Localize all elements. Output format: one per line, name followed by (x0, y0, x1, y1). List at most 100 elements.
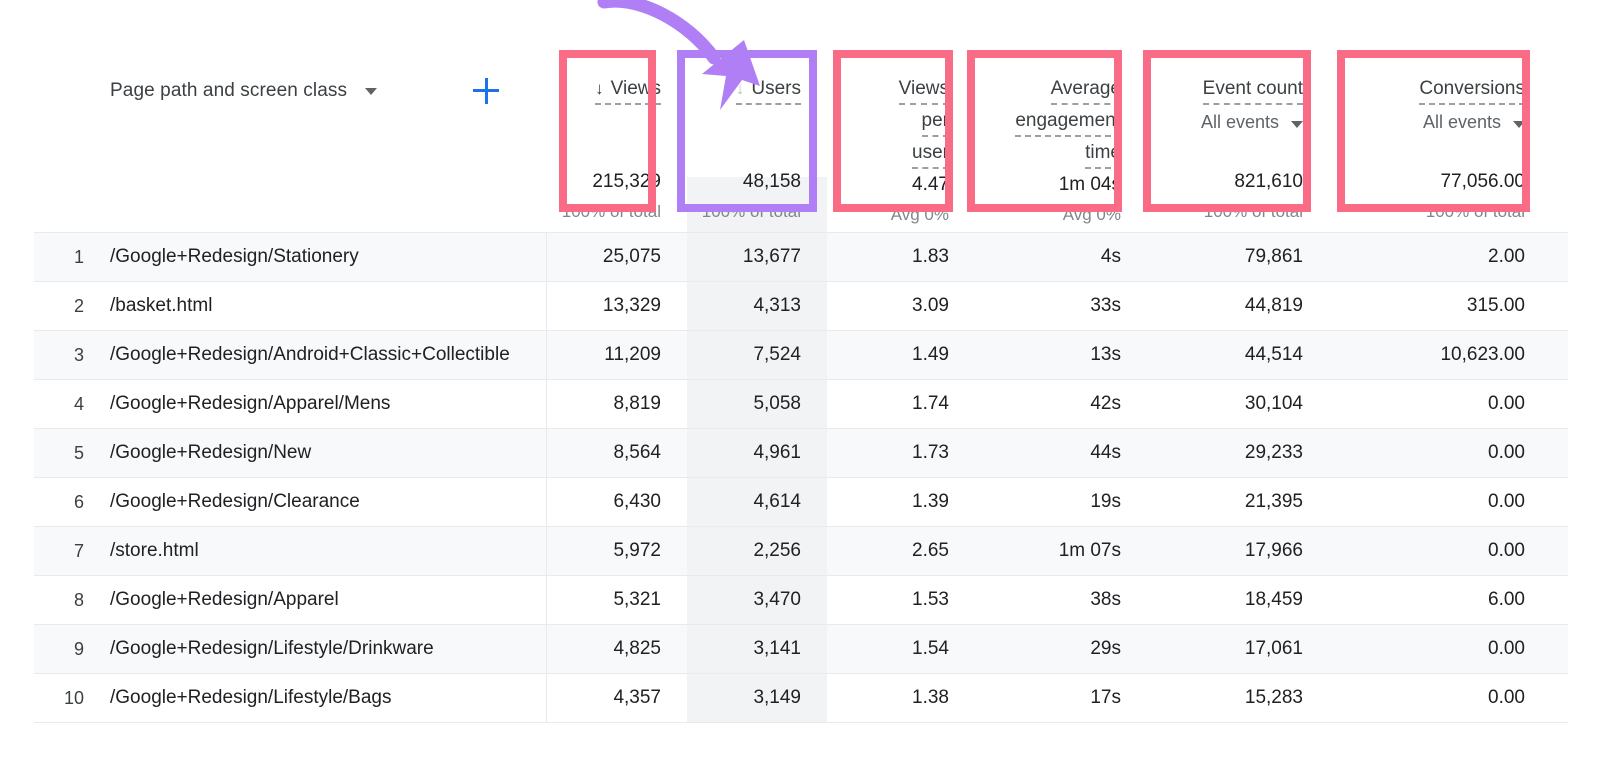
row-page-path[interactable]: /Google+Redesign/Lifestyle/Drinkware (110, 625, 547, 673)
metric-title-line: Event count (1202, 76, 1303, 105)
plus-icon[interactable] (473, 78, 500, 104)
row-index: 6 (73, 491, 84, 512)
metric-total-block: 215,329 100% of total (557, 169, 661, 232)
metric-header-avg-engagement-time[interactable]: Average engagement time 1m 04s Avg 0% (975, 46, 1147, 232)
row-page-path[interactable]: /Google+Redesign/Lifestyle/Bags (110, 674, 547, 722)
row-views-per-user: 2.65 (912, 540, 949, 561)
row-event-count: 44,514 (1244, 344, 1303, 365)
metric-header-views-per-user[interactable]: Views per user 4.47 Avg 0% (827, 46, 975, 232)
row-conversions: 6.00 (1488, 589, 1525, 610)
metric-header-views[interactable]: ↓ Views 215,329 100% of total (547, 46, 687, 232)
row-index: 10 (63, 687, 84, 708)
row-conversions: 10,623.00 (1440, 344, 1525, 365)
metric-title-text: Event count (1202, 78, 1303, 99)
table-row[interactable]: 3/Google+Redesign/Android+Classic+Collec… (34, 330, 1568, 379)
metric-total-value: 4.47 (912, 174, 949, 195)
row-index: 5 (73, 442, 84, 463)
row-conversions: 0.00 (1488, 393, 1525, 414)
table-row[interactable]: 8/Google+Redesign/Apparel 5,321 3,470 1.53 3… (34, 575, 1568, 624)
row-page-path[interactable]: /store.html (110, 527, 547, 575)
metric-header-users[interactable]: ↓ Users 48,158 100% of total (687, 46, 827, 232)
chevron-down-icon[interactable] (365, 88, 378, 95)
metric-title-line: time (1085, 140, 1121, 169)
metric-scope-dropdown[interactable]: All events (1423, 112, 1525, 133)
row-views-per-user: 1.39 (912, 491, 949, 512)
table-row[interactable]: 2/basket.html 13,329 4,313 3.09 33s 44,819 315… (34, 281, 1568, 330)
dimension-selector-label[interactable]: Page path and screen class (110, 80, 347, 102)
row-event-count: 15,283 (1244, 687, 1303, 708)
row-views: 5,972 (613, 540, 661, 561)
row-conversions: 0.00 (1488, 442, 1525, 463)
metric-header-event-count[interactable]: Event count All events 821,610 100% of tota… (1147, 46, 1329, 232)
table-row[interactable]: 5/Google+Redesign/New 8,564 4,961 1.73 44s 29… (34, 428, 1568, 477)
table-row[interactable]: 1/Google+Redesign/Stationery 25,075 13,677… (34, 232, 1568, 281)
metric-scope-dropdown[interactable]: All events (1201, 112, 1303, 133)
row-views: 8,819 (613, 393, 661, 414)
row-users: 3,141 (687, 625, 827, 673)
row-avg-engagement-time: 19s (1090, 491, 1121, 512)
row-event-count: 29,233 (1244, 442, 1303, 463)
row-avg-engagement-time: 29s (1090, 638, 1121, 659)
row-views-per-user: 1.73 (912, 442, 949, 463)
metric-title-text: user (912, 142, 949, 163)
row-avg-engagement-time: 44s (1090, 442, 1121, 463)
chevron-down-icon[interactable] (1291, 120, 1303, 128)
metric-title-line: engagement (1015, 108, 1121, 137)
row-index: 3 (73, 344, 84, 365)
metric-title-line: Conversions (1419, 76, 1525, 105)
row-views: 8,564 (613, 442, 661, 463)
row-page-path[interactable]: /Google+Redesign/New (110, 429, 547, 477)
metric-total-block: 1m 04s Avg 0% (985, 172, 1121, 235)
row-avg-engagement-time: 42s (1090, 393, 1121, 414)
metric-title: Views per user (898, 76, 949, 172)
row-page-path[interactable]: /Google+Redesign/Android+Classic+Collect… (110, 331, 547, 379)
table-bottom-divider (34, 722, 1568, 723)
row-views-per-user: 1.53 (912, 589, 949, 610)
metric-header-conversions[interactable]: Conversions All events 77,056.00 100% of to… (1329, 46, 1551, 232)
row-page-path[interactable]: /basket.html (110, 282, 547, 330)
metric-total-block: 48,158 100% of total (697, 169, 801, 232)
row-page-path[interactable]: /Google+Redesign/Apparel/Mens (110, 380, 547, 428)
row-page-path[interactable]: /Google+Redesign/Stationery (110, 233, 547, 281)
metric-total-value: 1m 04s (1058, 174, 1121, 195)
row-page-path[interactable]: /Google+Redesign/Apparel (110, 576, 547, 624)
table-row[interactable]: 10/Google+Redesign/Lifestyle/Bags 4,357 3,… (34, 673, 1568, 722)
sort-descending-arrow-icon[interactable]: ↓ (595, 76, 604, 101)
metric-total-value: 77,056.00 (1440, 171, 1525, 192)
sort-descending-arrow-icon[interactable]: ↓ (736, 76, 745, 101)
metric-headers: ↓ Views 215,329 100% of total ↓ Users 48,158 10… (547, 46, 1568, 232)
metric-title-line: Average (1050, 76, 1121, 105)
table-row[interactable]: 7/store.html 5,972 2,256 2.65 1m 07s 17,966 0.… (34, 526, 1568, 575)
row-users: 5,058 (687, 380, 827, 428)
metric-total-value: 215,329 (592, 171, 661, 192)
metric-title-text: Conversions (1419, 78, 1525, 99)
metric-title-text: Average (1050, 78, 1121, 99)
table-row[interactable]: 4/Google+Redesign/Apparel/Mens 8,819 5,058… (34, 379, 1568, 428)
row-users: 7,524 (687, 331, 827, 379)
table-row[interactable]: 9/Google+Redesign/Lifestyle/Drinkware 4,8… (34, 624, 1568, 673)
row-views-per-user: 3.09 (912, 295, 949, 316)
row-page-path[interactable]: /Google+Redesign/Clearance (110, 478, 547, 526)
metric-title-text: Views (898, 78, 949, 99)
metric-total-footnote: 100% of total (561, 202, 661, 221)
row-views-per-user: 1.74 (912, 393, 949, 414)
table-header-row: Page path and screen class ↓ Views 215,329… (34, 46, 1568, 232)
chevron-down-icon[interactable] (1513, 120, 1525, 128)
row-event-count: 79,861 (1244, 246, 1303, 267)
row-users: 13,677 (687, 233, 827, 281)
metric-title-text: Views (610, 78, 661, 99)
row-conversions: 315.00 (1466, 295, 1525, 316)
row-avg-engagement-time: 38s (1090, 589, 1121, 610)
row-event-count: 17,966 (1244, 540, 1303, 561)
metric-title-text: engagement (1015, 110, 1121, 131)
metric-total-footnote: 100% of total (701, 202, 801, 221)
metric-total-footnote: Avg 0% (1062, 205, 1121, 224)
metric-total-value: 48,158 (742, 171, 801, 192)
row-views-per-user: 1.54 (912, 638, 949, 659)
row-views: 11,209 (604, 344, 661, 365)
row-index: 8 (73, 589, 84, 610)
metric-scope-label: All events (1422, 112, 1501, 132)
metric-title: ↓ Views (595, 76, 661, 108)
pages-and-screens-table: Page path and screen class ↓ Views 215,329… (34, 46, 1568, 723)
table-row[interactable]: 6/Google+Redesign/Clearance 6,430 4,614 1.3… (34, 477, 1568, 526)
